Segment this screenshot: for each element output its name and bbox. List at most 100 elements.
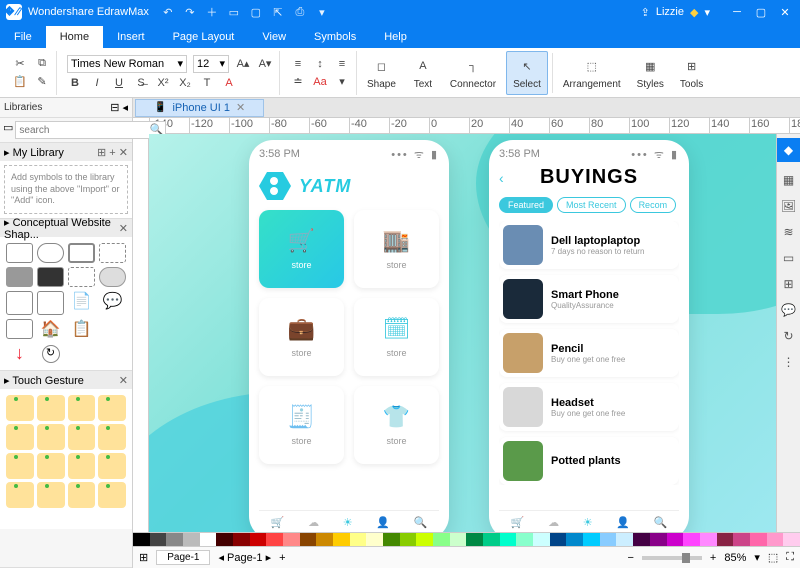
color-swatch[interactable] [783, 533, 800, 546]
image-icon[interactable]: 🖼 [781, 198, 797, 214]
tile-store[interactable]: 🛒store [259, 210, 344, 288]
canvas[interactable]: 3:58 PM••• ᯤ ▮ YATM 🛒store 🏬store 💼store… [149, 134, 776, 532]
gesture-item[interactable] [37, 395, 65, 421]
color-swatch[interactable] [667, 533, 684, 546]
conceptual-close[interactable]: ✕ [119, 222, 128, 235]
color-swatch[interactable] [366, 533, 383, 546]
color-swatch[interactable] [433, 533, 450, 546]
color-swatch[interactable] [600, 533, 617, 546]
libraries-menu-icon[interactable]: ⊟ ◂ [110, 101, 128, 114]
export-icon[interactable]: ⇱ [271, 5, 285, 19]
menu-view[interactable]: View [248, 26, 300, 48]
page-icon[interactable]: ▭ [781, 250, 797, 266]
menu-symbols[interactable]: Symbols [300, 26, 370, 48]
tab-sun-icon[interactable]: ☀ [583, 516, 593, 529]
tab-cart-icon[interactable]: 🛒 [271, 516, 285, 529]
tab-cloud-icon[interactable]: ☁ [548, 516, 559, 529]
bullets-icon[interactable]: ≡ [290, 56, 306, 72]
gesture-item[interactable] [6, 482, 34, 508]
tile-store[interactable]: 🗓store [354, 298, 439, 376]
mylib-tools[interactable]: ⊞ + ✕ [97, 146, 128, 159]
align-v-icon[interactable]: ≐ [290, 74, 306, 90]
gesture-item[interactable] [6, 424, 34, 450]
print-icon[interactable]: ⎙ [293, 5, 307, 19]
new-icon[interactable]: ＋ [205, 5, 219, 19]
styles-tool[interactable]: ▦Styles [631, 51, 670, 95]
paste-icon[interactable]: 📋 [12, 74, 28, 90]
font-color-icon[interactable]: A [221, 75, 237, 91]
color-swatch[interactable] [700, 533, 717, 546]
gesture-item[interactable] [68, 453, 96, 479]
gesture-item[interactable] [68, 482, 96, 508]
tile-store[interactable]: 👕store [354, 386, 439, 464]
color-swatch[interactable] [400, 533, 417, 546]
close-button[interactable]: ✕ [776, 6, 794, 19]
shape-item[interactable]: 📄 [68, 291, 95, 315]
color-swatch[interactable] [216, 533, 233, 546]
color-swatch[interactable] [616, 533, 633, 546]
zoom-in-icon[interactable]: + [710, 552, 716, 564]
color-swatch[interactable] [516, 533, 533, 546]
tab-search-icon[interactable]: 🔍 [413, 516, 427, 529]
color-swatch[interactable] [250, 533, 267, 546]
color-swatch[interactable] [450, 533, 467, 546]
connector-tool[interactable]: ┐Connector [444, 51, 502, 95]
color-swatch[interactable] [233, 533, 250, 546]
tab-cloud-icon[interactable]: ☁ [308, 516, 319, 529]
color-swatch[interactable] [650, 533, 667, 546]
gesture-item[interactable] [37, 424, 65, 450]
tab-user-icon[interactable]: 👤 [376, 516, 390, 529]
shrink-font-icon[interactable]: A▾ [257, 56, 273, 72]
bold-icon[interactable]: B [67, 75, 83, 91]
doc-tab[interactable]: 📱 iPhone UI 1 ✕ [135, 99, 264, 117]
shape-item[interactable] [37, 267, 64, 287]
underline-icon[interactable]: U [111, 75, 127, 91]
chevron-down-icon[interactable]: ▾ [704, 6, 710, 19]
gesture-item[interactable] [68, 395, 96, 421]
gesture-item[interactable] [98, 453, 126, 479]
shape-item[interactable]: 📋 [68, 319, 95, 339]
grow-font-icon[interactable]: A▴ [235, 56, 251, 72]
color-swatch[interactable] [500, 533, 517, 546]
phone-mockup-2[interactable]: 3:58 PM••• ᯤ ▮ ‹ BUYINGS Featured Most R… [489, 140, 689, 532]
gesture-item[interactable] [6, 453, 34, 479]
color-swatch[interactable] [383, 533, 400, 546]
open-icon[interactable]: ▭ [227, 5, 241, 19]
color-swatch[interactable] [200, 533, 217, 546]
redo-icon[interactable]: ↷ [183, 5, 197, 19]
maximize-button[interactable]: ▢ [752, 6, 770, 19]
color-swatch[interactable] [633, 533, 650, 546]
color-swatch[interactable] [483, 533, 500, 546]
color-swatch[interactable] [316, 533, 333, 546]
chip-recent[interactable]: Most Recent [557, 197, 626, 213]
gesture-item[interactable] [98, 482, 126, 508]
back-icon[interactable]: ‹ [499, 170, 504, 186]
color-swatch[interactable] [533, 533, 550, 546]
gesture-item[interactable] [6, 395, 34, 421]
select-tool[interactable]: ↖Select [506, 51, 548, 95]
shape-item[interactable] [37, 243, 64, 263]
add-page-button[interactable]: + [279, 552, 285, 564]
shape-tool[interactable]: ◻Shape [361, 51, 402, 95]
shape-item[interactable] [6, 267, 33, 287]
user-area[interactable]: ⇪ Lizzie ◆ ▾ [641, 6, 710, 19]
shape-item[interactable] [6, 291, 33, 315]
color-swatch[interactable] [300, 533, 317, 546]
color-swatch[interactable] [566, 533, 583, 546]
shape-item[interactable] [37, 291, 64, 315]
tab-user-icon[interactable]: 👤 [616, 516, 630, 529]
search-folder-icon[interactable]: ▭ [3, 121, 13, 139]
shape-item[interactable]: 💬 [99, 291, 126, 315]
text-tool[interactable]: AText [406, 51, 440, 95]
color-swatch[interactable] [133, 533, 150, 546]
chip-recom[interactable]: Recom [630, 197, 677, 213]
tab-sun-icon[interactable]: ☀ [343, 516, 353, 529]
italic-icon[interactable]: I [89, 75, 105, 91]
color-swatch[interactable] [683, 533, 700, 546]
tile-store[interactable]: 💼store [259, 298, 344, 376]
gesture-item[interactable] [98, 395, 126, 421]
zoom-dropdown-icon[interactable]: ▾ [754, 551, 760, 564]
color-swatch[interactable] [333, 533, 350, 546]
list-item[interactable]: Smart PhoneQualityAssurance [499, 275, 679, 323]
color-swatch[interactable] [466, 533, 483, 546]
